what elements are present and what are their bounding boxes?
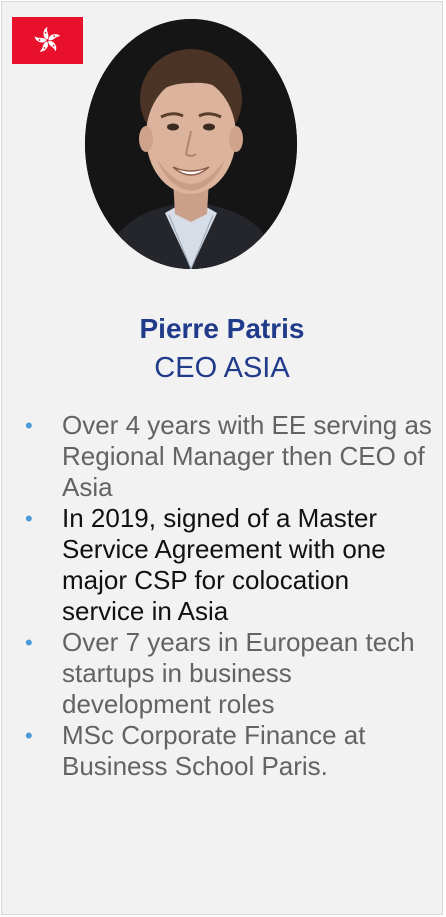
- list-item: • In 2019, signed of a Master Service Ag…: [22, 503, 432, 627]
- list-item: • MSc Corporate Finance at Business Scho…: [22, 720, 432, 782]
- list-item: • Over 7 years in European tech startups…: [22, 627, 432, 720]
- bullet-list: • Over 4 years with EE serving as Region…: [22, 410, 432, 782]
- avatar: [85, 19, 297, 269]
- portrait-photo: [85, 19, 297, 269]
- person-title: CEO ASIA: [154, 352, 290, 384]
- bullet-text: Over 7 years in European tech startups i…: [62, 627, 415, 719]
- bullet-text: In 2019, signed of a Master Service Agre…: [62, 503, 386, 626]
- bullet-icon: •: [25, 506, 33, 531]
- hong-kong-flag-icon: [12, 17, 83, 64]
- profile-card: Pierre Patris CEO ASIA • Over 4 years wi…: [1, 1, 443, 915]
- bauhinia-icon: [34, 26, 61, 52]
- bullet-icon: •: [25, 630, 33, 655]
- list-item: • Over 4 years with EE serving as Region…: [22, 410, 432, 503]
- bullet-text: MSc Corporate Finance at Business School…: [62, 720, 366, 781]
- person-name: Pierre Patris: [139, 313, 305, 344]
- bullet-icon: •: [25, 723, 33, 748]
- bullet-text: Over 4 years with EE serving as Regional…: [62, 410, 432, 502]
- bullet-icon: •: [25, 413, 33, 438]
